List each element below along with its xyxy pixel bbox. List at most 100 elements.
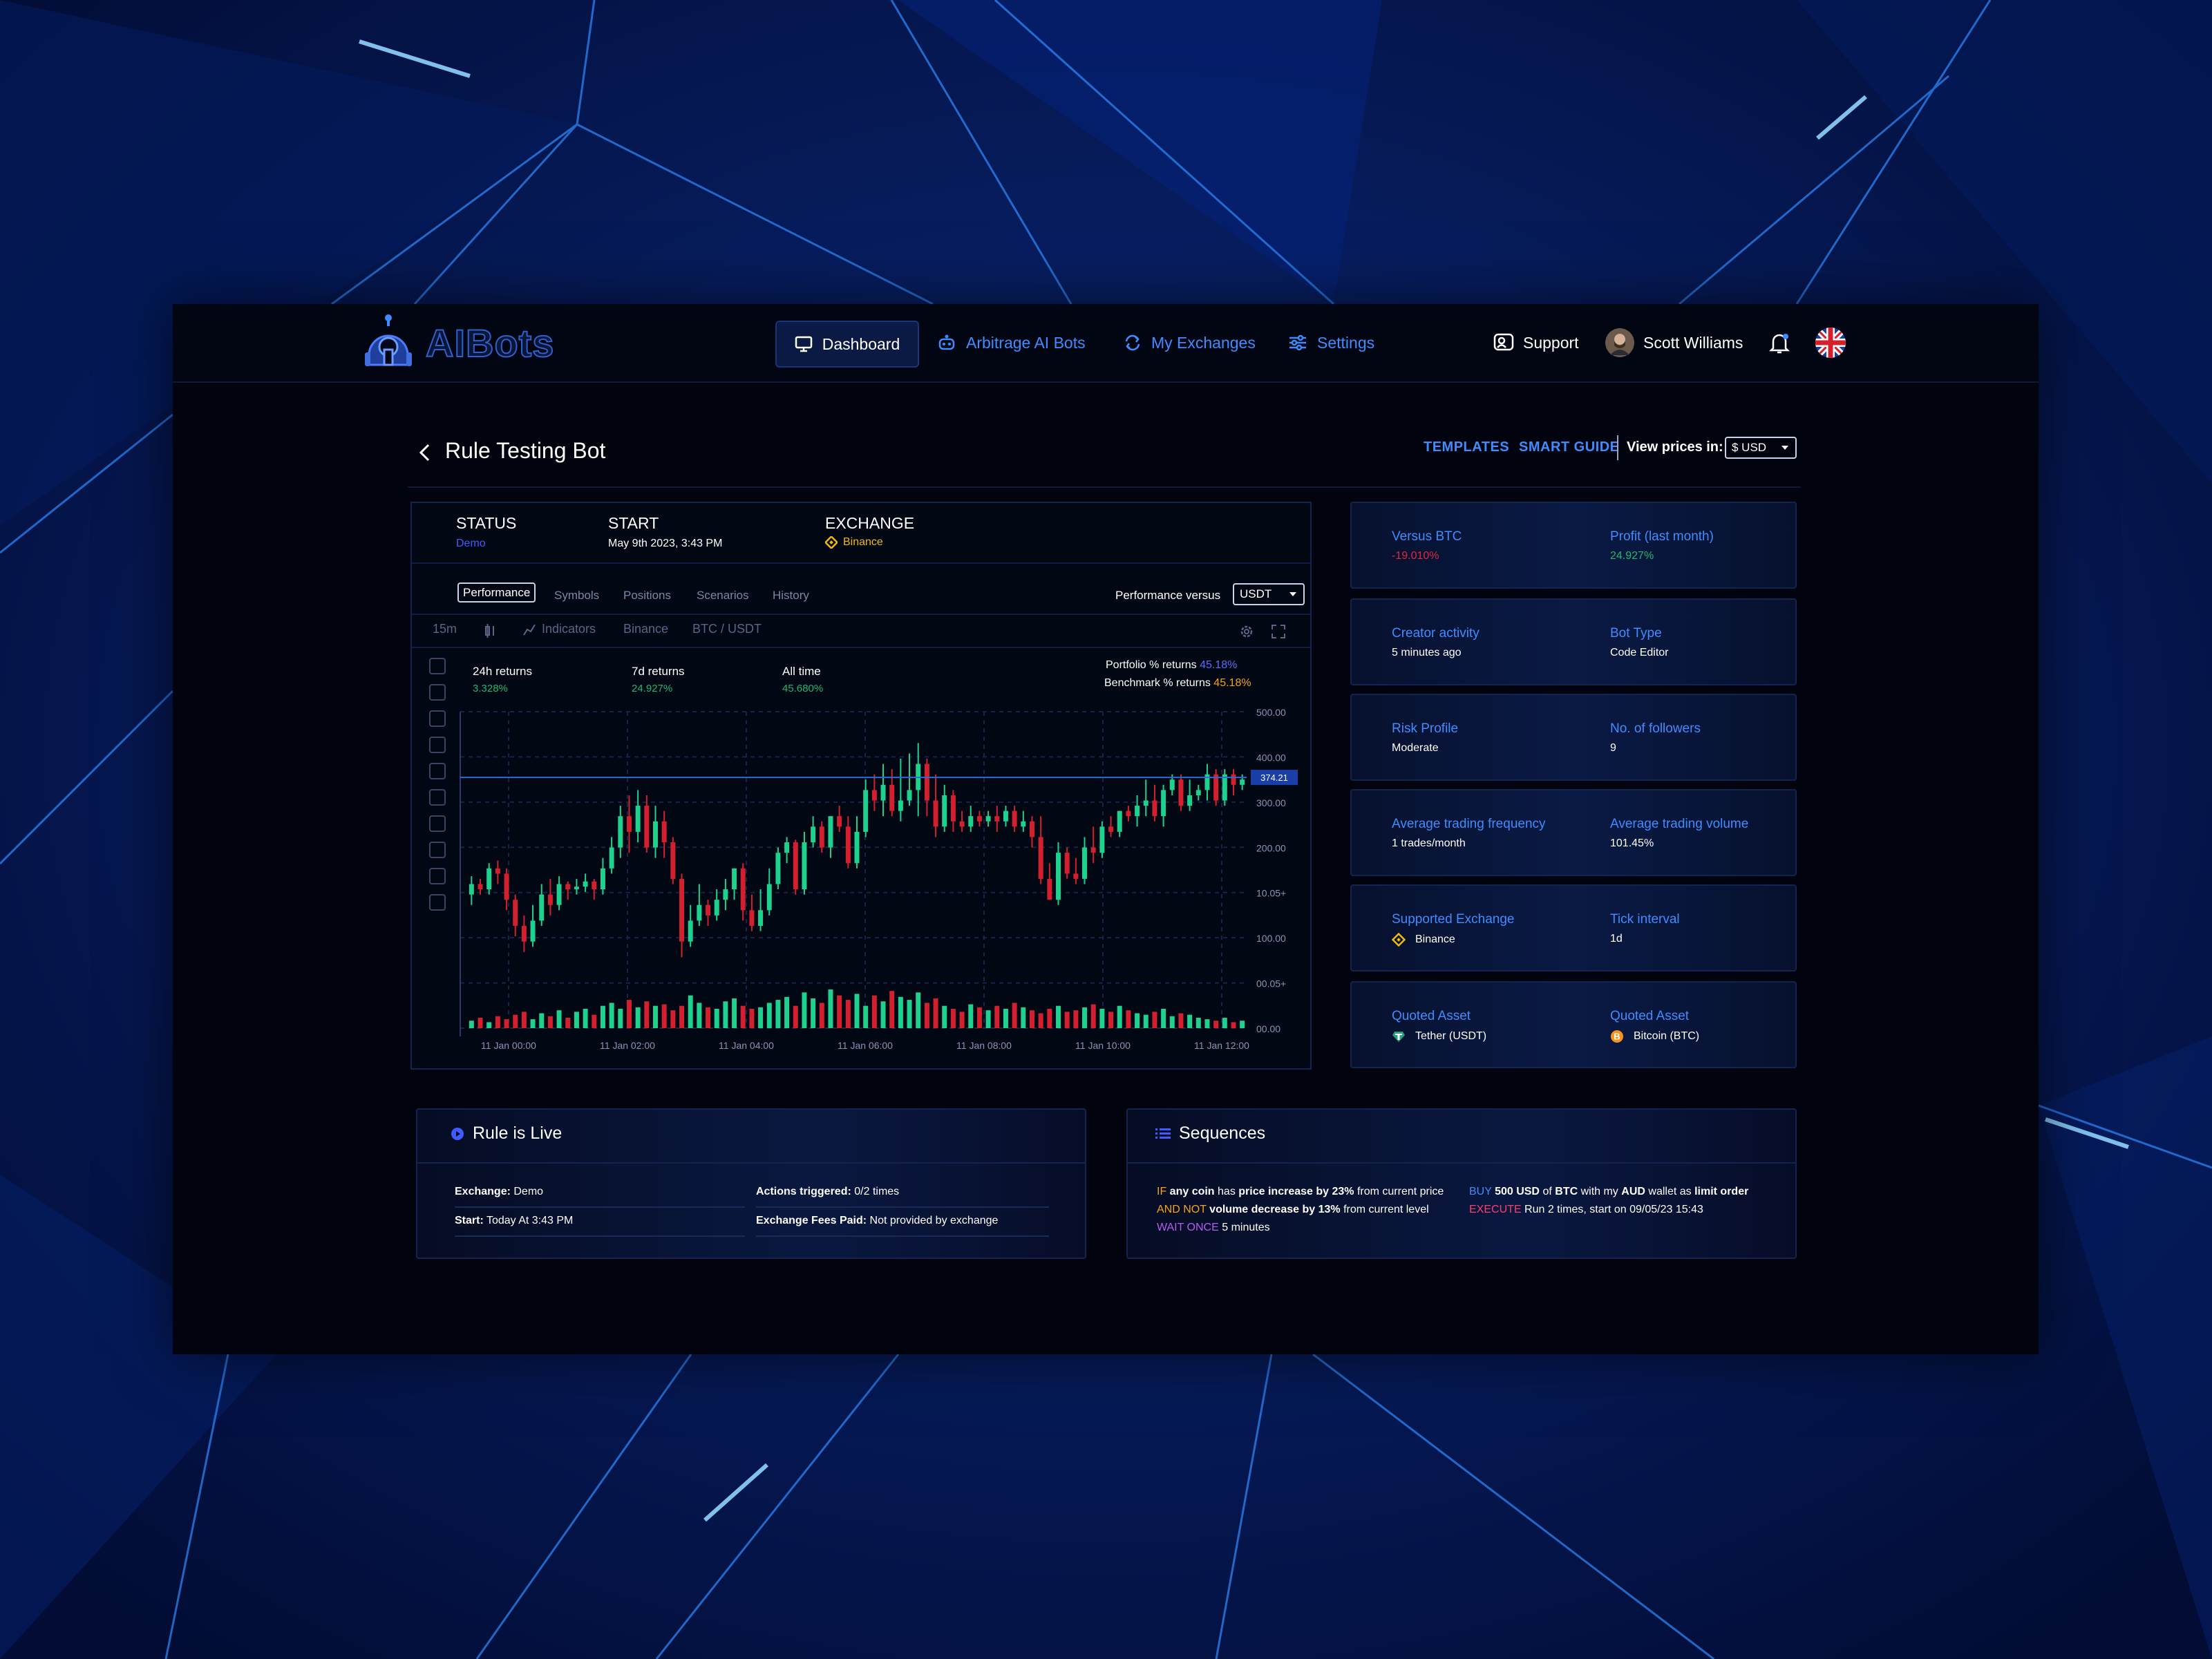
rule-exchange-value: Demo	[513, 1186, 544, 1197]
info-card: Supported Exchange Binance Tick interval 1d	[1350, 884, 1797, 971]
brush-tool-icon[interactable]	[429, 763, 446, 779]
notifications-button[interactable]	[1769, 325, 1790, 361]
info-value: Binance	[1392, 933, 1455, 947]
candle-body	[907, 790, 912, 801]
zoom-tool-icon[interactable]	[429, 789, 446, 806]
favorite-tool-icon[interactable]	[429, 737, 446, 753]
candle-body	[1222, 774, 1227, 801]
candle-body	[766, 884, 772, 911]
nav-dashboard-label: Dashboard	[822, 334, 900, 353]
volume-bar	[854, 994, 860, 1028]
volume-bar	[521, 1012, 527, 1028]
indicators-button[interactable]: Indicators	[522, 622, 596, 636]
tab-scenarios[interactable]: Scenarios	[697, 589, 749, 603]
info-key: Quoted Asset	[1392, 1009, 1471, 1024]
candle-body	[706, 904, 711, 916]
candlestick-chart[interactable]: 500.00 400.00 300.00 200.00 10.05+ 100.00 00.0…	[453, 650, 1307, 1064]
info-value-text: Bitcoin (BTC)	[1634, 1030, 1700, 1042]
info-card: Average trading frequency 1 trades/month A…	[1350, 789, 1797, 876]
fullscreen-icon[interactable]	[1270, 623, 1287, 640]
rule-fees: Exchange Fees Paid: Not provided by exch…	[756, 1215, 998, 1227]
candle-type-icon[interactable]	[484, 623, 498, 638]
eye-tool-icon[interactable]	[429, 894, 446, 911]
volume-bar	[635, 1007, 641, 1028]
info-card: Versus BTC -19.010% Profit (last month) 24.…	[1350, 502, 1797, 589]
status-divider	[412, 562, 1310, 564]
app-window: AIBots Dashboard Arbitrage AI Bots My Ex…	[173, 304, 2039, 1354]
nav-arbitrage-label: Arbitrage AI Bots	[966, 333, 1086, 352]
divider	[1617, 435, 1618, 460]
info-key-text: Average trading frequency	[1392, 817, 1546, 831]
interval-select[interactable]: 15m	[433, 622, 457, 636]
candle-body	[880, 784, 886, 801]
currency-select[interactable]: $ USD	[1725, 437, 1797, 459]
volume-bar	[793, 1005, 798, 1028]
volume-bar	[1064, 1012, 1070, 1028]
seq-l1-b: has	[1218, 1186, 1236, 1197]
performance-versus-value: USDT	[1240, 587, 1272, 600]
candle-body	[811, 826, 816, 842]
info-key-text: Supported Exchange	[1392, 912, 1515, 927]
pencil-tool-icon[interactable]	[429, 842, 446, 858]
smart-guide-link[interactable]: SMART GUIDE	[1519, 439, 1620, 455]
nav-my-exchanges[interactable]: My Exchanges	[1124, 321, 1256, 365]
volume-bar	[1213, 1021, 1219, 1028]
chart-exchange: Binance	[623, 622, 669, 636]
fib-tool-icon[interactable]	[429, 710, 446, 727]
candle-body	[976, 816, 982, 822]
cursor-tool-icon[interactable]	[429, 658, 446, 674]
candle-body	[1161, 790, 1166, 817]
tab-performance[interactable]: Performance	[457, 582, 536, 603]
tab-symbols[interactable]: Symbols	[554, 589, 599, 603]
candle-body	[1169, 779, 1175, 790]
brand-logo[interactable]: AIBots	[363, 314, 554, 372]
candle-body	[828, 816, 833, 848]
lock-tool-icon[interactable]	[429, 868, 446, 884]
templates-link[interactable]: TEMPLATES	[1424, 439, 1509, 455]
tether-icon	[1392, 1032, 1405, 1042]
seq-l1-c: price increase by 23%	[1238, 1186, 1354, 1197]
seq-r1-e: AUD	[1621, 1186, 1645, 1197]
performance-versus-select[interactable]: USDT	[1233, 583, 1305, 605]
y-tick-label: 10.05+	[1256, 888, 1286, 899]
language-selector[interactable]	[1815, 325, 1846, 361]
volume-bar	[740, 1005, 746, 1028]
volume-bar	[495, 1016, 500, 1028]
seq-r1-g: limit order	[1694, 1186, 1749, 1197]
x-tick-label: 11 Jan 02:00	[600, 1040, 655, 1051]
info-value-text: -19.010%	[1392, 550, 1439, 562]
candle-body	[1090, 847, 1096, 853]
volume-bar	[749, 1009, 755, 1028]
nav-settings[interactable]: Settings	[1288, 321, 1374, 365]
seq-l3-a: 5 minutes	[1222, 1222, 1270, 1233]
volume-bar	[661, 1004, 667, 1028]
page-title: Rule Testing Bot	[445, 438, 606, 463]
gear-icon[interactable]	[1238, 623, 1255, 640]
magnet-tool-icon[interactable]	[429, 815, 446, 832]
support-chat-icon	[1493, 333, 1514, 351]
back-arrow-icon[interactable]	[413, 441, 437, 464]
volume-bar	[1161, 1009, 1166, 1028]
user-menu[interactable]: Scott Williams	[1605, 325, 1743, 361]
volume-bar	[811, 998, 816, 1028]
trend-line-tool-icon[interactable]	[429, 684, 446, 701]
nav-arbitrage-bots[interactable]: Arbitrage AI Bots	[937, 321, 1086, 365]
support-label: Support	[1523, 333, 1579, 352]
tab-positions[interactable]: Positions	[623, 589, 671, 603]
info-key: Supported Exchange	[1392, 912, 1514, 927]
candle-body	[775, 853, 781, 884]
info-key-text: Quoted Asset	[1610, 1009, 1690, 1023]
tab-history[interactable]: History	[773, 589, 809, 603]
volume-bar	[889, 991, 895, 1028]
candle-body	[994, 816, 1000, 822]
candle-body	[819, 826, 824, 848]
candle-body	[732, 868, 737, 890]
support-link[interactable]: Support	[1493, 325, 1579, 361]
drawing-tools	[426, 648, 449, 911]
volume-bar	[828, 989, 833, 1028]
info-value: 1 trades/month	[1392, 837, 1466, 850]
nav-dashboard[interactable]: Dashboard	[775, 321, 919, 368]
volume-bar	[985, 1010, 991, 1028]
volume-bar	[626, 1000, 632, 1028]
candle-body	[1064, 853, 1070, 874]
